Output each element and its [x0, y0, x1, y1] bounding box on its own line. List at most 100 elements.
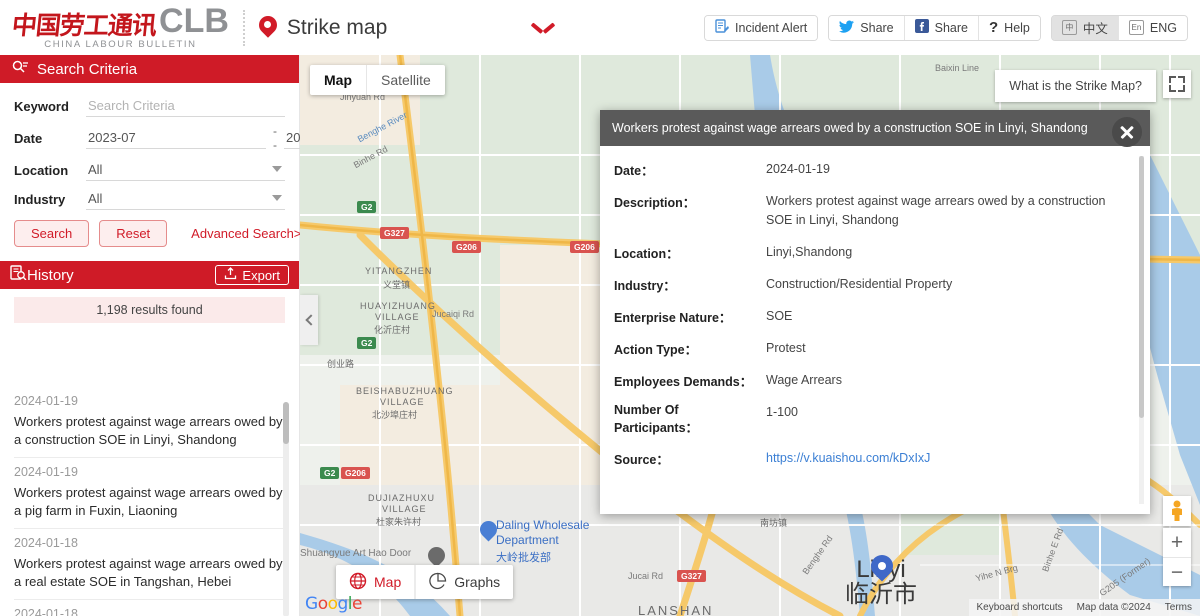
terms-link[interactable]: Terms — [1165, 602, 1192, 613]
zoom-in-button[interactable]: + — [1163, 528, 1191, 557]
what-is-strike-map-button[interactable]: What is the Strike Map? — [995, 70, 1156, 102]
popup-title: Workers protest against wage arrears owe… — [612, 121, 1088, 135]
help-button[interactable]: ? Help — [978, 15, 1040, 40]
incident-detail-popup: Workers protest against wage arrears owe… — [600, 110, 1150, 514]
language-chinese-button[interactable]: 中 中文 — [1051, 15, 1118, 40]
share-help-group: Share Share ? Help — [828, 14, 1041, 41]
map-label: LANSHAN — [638, 603, 714, 616]
street-view-pegman-icon[interactable] — [1163, 496, 1191, 526]
document-alert-icon — [715, 18, 730, 37]
date-from-input[interactable] — [86, 127, 266, 149]
keyword-input[interactable] — [86, 95, 285, 117]
zoom-out-button[interactable]: − — [1163, 557, 1191, 586]
road-shield: G206 — [570, 241, 599, 253]
header-actions: Incident Alert Share Share ? Help 中 中文 E… — [704, 14, 1200, 41]
twitter-share-label: Share — [860, 20, 894, 35]
detail-row-location: Location： Linyi,Shandong — [614, 243, 1132, 262]
location-value[interactable] — [86, 159, 285, 181]
search-form: Keyword Date -- Location Industry — [0, 83, 464, 253]
detail-value: 1-100 — [766, 404, 798, 419]
fullscreen-icon[interactable] — [1163, 70, 1191, 98]
history-item-text: Workers protest against wage arrears owe… — [14, 556, 283, 589]
history-document-icon — [10, 265, 27, 285]
history-item-text: Workers protest against wage arrears owe… — [14, 485, 283, 518]
header-divider — [242, 9, 245, 46]
location-label: Location — [14, 162, 69, 178]
map-label: 北沙埠庄村 — [372, 410, 418, 420]
sidebar-collapse-button[interactable] — [300, 295, 318, 345]
reset-button[interactable]: Reset — [99, 220, 168, 247]
sidebar-scrollbar[interactable] — [283, 402, 289, 616]
clb-logo[interactable]: 中国劳工通讯 CLB CHINA LABOUR BULLETIN — [0, 2, 229, 50]
scrollbar-thumb[interactable] — [283, 402, 289, 444]
facebook-share-button[interactable]: Share — [903, 15, 978, 40]
map-view-tab[interactable]: Map — [310, 65, 366, 95]
detail-row-description: Description： Workers protest against wag… — [614, 192, 1132, 230]
history-list[interactable]: 2024-01-19 Workers protest against wage … — [0, 387, 300, 616]
search-button[interactable]: Search — [14, 220, 90, 247]
history-header: History Export — [0, 261, 299, 289]
detail-label: Enterprise Nature： — [614, 310, 732, 325]
advanced-search-link[interactable]: Advanced Search>> — [191, 226, 309, 241]
incident-alert-button[interactable]: Incident Alert — [705, 15, 818, 40]
road-shield: G327 — [677, 570, 706, 582]
search-criteria-icon — [12, 60, 29, 78]
chinese-char-icon: 中 — [1061, 20, 1077, 35]
keyword-row: Keyword — [14, 95, 285, 117]
industry-select[interactable] — [86, 188, 285, 210]
facebook-icon — [914, 19, 929, 36]
detail-value: SOE — [766, 308, 793, 323]
road-shield: G206 — [341, 467, 370, 479]
keyword-label: Keyword — [14, 98, 69, 114]
close-icon[interactable] — [1112, 117, 1142, 147]
industry-value[interactable] — [86, 188, 285, 210]
language-english-label: ENG — [1149, 20, 1177, 35]
popup-scrollbar[interactable] — [1139, 156, 1144, 504]
industry-row: Industry — [14, 188, 285, 210]
list-item[interactable]: 2024-01-19 Workers protest against wage … — [14, 458, 286, 530]
map-label: 义堂镇 — [383, 280, 411, 290]
detail-value: Construction/Residential Property — [766, 276, 953, 291]
map-attribution: Keyboard shortcuts Map data ©2024 Terms — [968, 599, 1200, 616]
map-label: Shuangyue Art Hao Door — [300, 548, 412, 559]
chevron-left-icon — [304, 314, 317, 326]
list-item[interactable]: 2024-01-19 Workers protest against wage … — [14, 387, 286, 459]
map-tool-label: Map — [374, 574, 402, 590]
detail-label: Number Of Participants： — [614, 402, 699, 435]
chevron-down-icon[interactable] — [532, 22, 554, 34]
map-label: 杜家朱许村 — [376, 517, 422, 527]
list-item[interactable]: 2024-01-18 Workers protest against wage … — [14, 529, 286, 601]
twitter-share-button[interactable]: Share — [829, 15, 904, 40]
date-separator: -- — [273, 124, 277, 152]
detail-value: Workers protest against wage arrears owe… — [766, 194, 1106, 227]
logo-abbreviation: CLB — [159, 2, 229, 41]
list-item[interactable]: 2024-01-18 Workers protest against wage … — [14, 600, 286, 616]
detail-value: https://v.kuaishou.com/kDxIxJ — [766, 449, 1132, 468]
export-label: Export — [242, 267, 280, 283]
satellite-view-tab[interactable]: Satellite — [366, 65, 445, 95]
detail-label: Industry： — [614, 278, 676, 293]
poi-marker-icon[interactable] — [476, 517, 501, 544]
language-english-button[interactable]: En ENG — [1117, 15, 1187, 40]
keyboard-shortcuts-link[interactable]: Keyboard shortcuts — [977, 602, 1063, 613]
scrollbar-thumb[interactable] — [1139, 156, 1144, 418]
upload-icon — [224, 267, 237, 283]
detail-row-source: Source： https://v.kuaishou.com/kDxIxJ — [614, 449, 1132, 468]
city-name-cn: 临沂市 — [845, 581, 917, 609]
export-button[interactable]: Export — [215, 265, 289, 285]
location-row: Location — [14, 159, 285, 181]
detail-row-employees-demands: Employees Demands： Wage Arrears — [614, 371, 1132, 390]
incident-marker-icon[interactable] — [866, 550, 898, 585]
english-char-icon: En — [1128, 20, 1144, 35]
map-label: BEISHABUZHUANG — [356, 386, 454, 396]
logo-chinese-text: 中国劳工通讯 — [10, 10, 158, 40]
source-link[interactable]: https://v.kuaishou.com/kDxIxJ — [766, 451, 930, 465]
app-header: 中国劳工通讯 CLB CHINA LABOUR BULLETIN Strike … — [0, 0, 1200, 55]
history-item-date: 2024-01-18 — [14, 536, 78, 551]
detail-row-industry: Industry： Construction/Residential Prope… — [614, 275, 1132, 294]
logo-subtitle: CHINA LABOUR BULLETIN — [44, 38, 197, 50]
location-select[interactable] — [86, 159, 285, 181]
graphs-tool-button[interactable]: Graphs — [414, 565, 513, 599]
history-title: History — [27, 266, 74, 284]
history-item-date: 2024-01-19 — [14, 394, 78, 408]
